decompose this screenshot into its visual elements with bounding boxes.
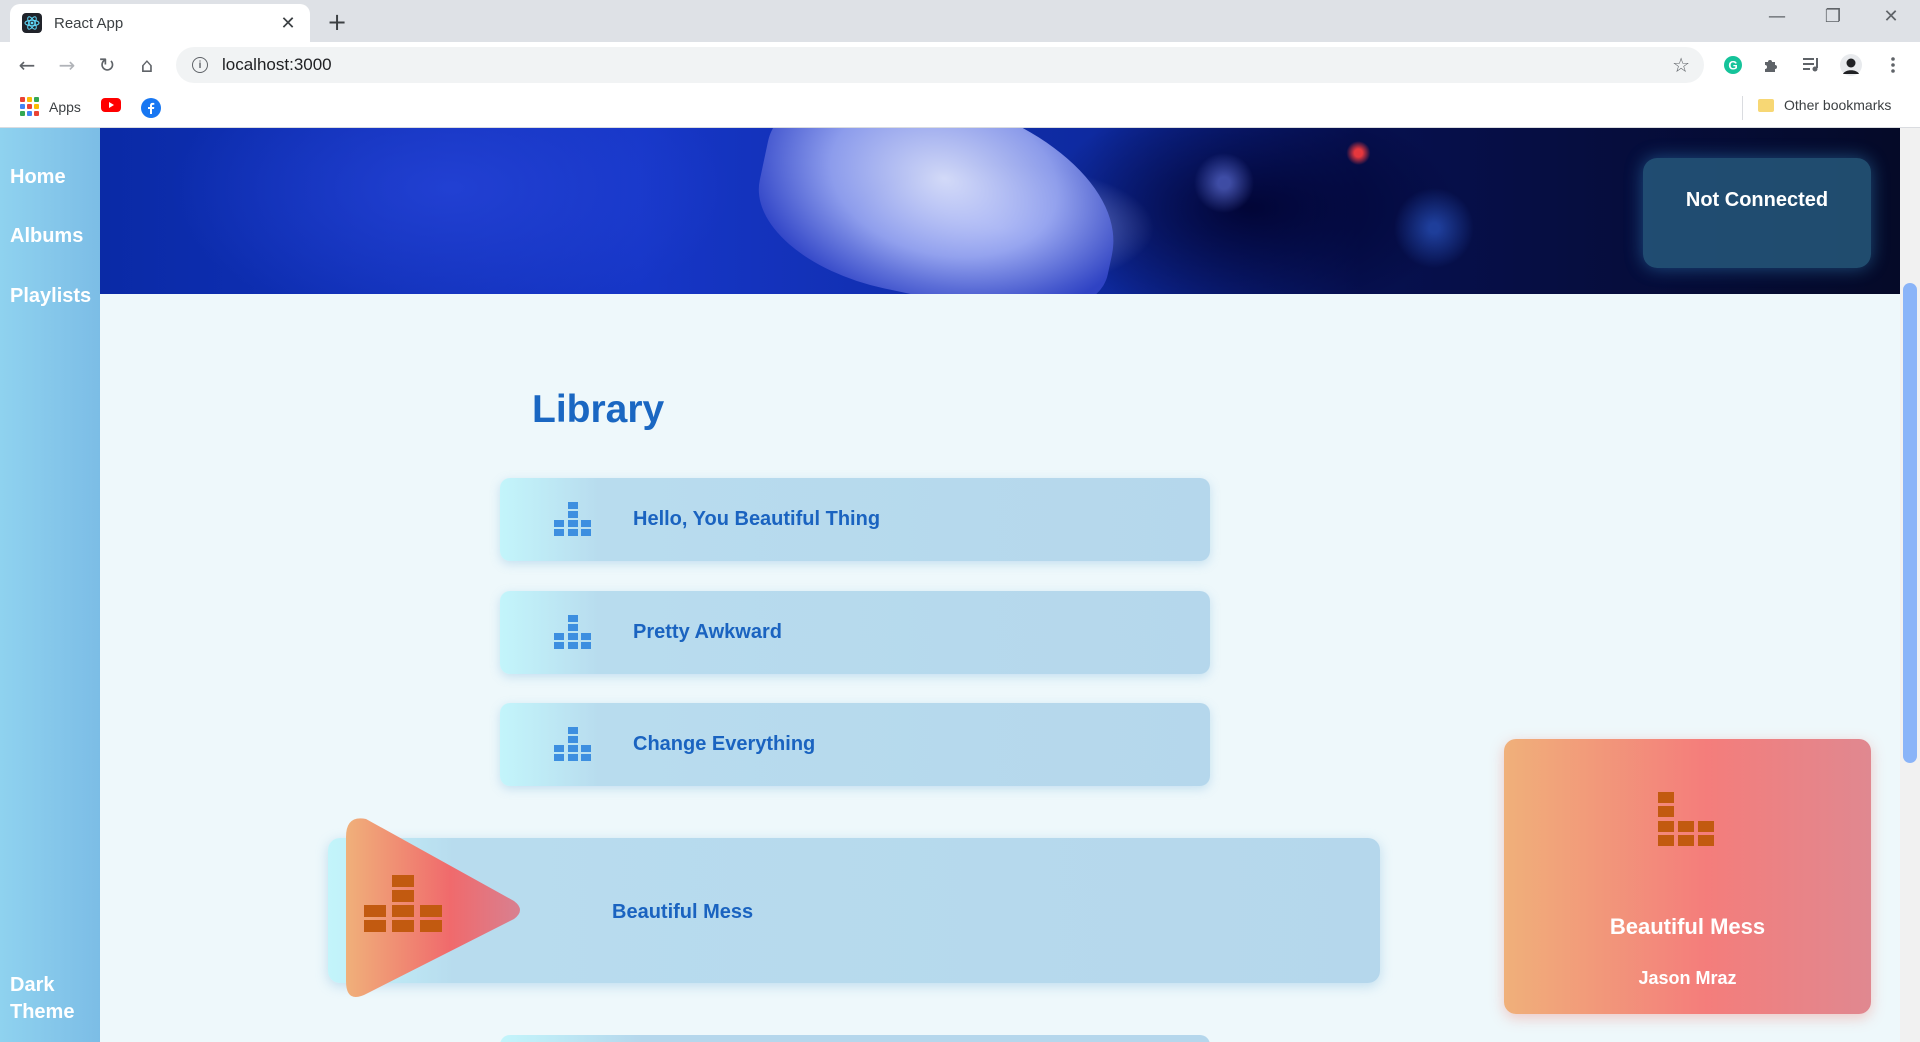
- browser-tab-strip: React App ✕ + — ❐ ✕: [0, 0, 1920, 42]
- apps-grid-icon: [20, 97, 39, 116]
- youtube-icon[interactable]: [101, 98, 121, 112]
- scrollbar-thumb[interactable]: [1903, 283, 1917, 763]
- header-banner-image: [100, 128, 1900, 294]
- apps-bookmark[interactable]: Apps: [20, 97, 81, 116]
- apps-label: Apps: [49, 98, 81, 115]
- bookmark-star-icon[interactable]: ☆: [1672, 53, 1690, 77]
- bookmarks-divider: [1742, 96, 1743, 120]
- tab-close-icon[interactable]: ✕: [278, 13, 298, 34]
- bars-icon: [554, 500, 592, 542]
- new-tab-button[interactable]: +: [324, 8, 350, 36]
- media-control-icon[interactable]: [1798, 52, 1824, 78]
- back-arrow-icon[interactable]: ←: [12, 50, 42, 80]
- close-window-button[interactable]: ✕: [1866, 6, 1916, 27]
- dark-theme-toggle[interactable]: Dark Theme: [10, 972, 90, 1026]
- other-bookmarks-label: Other bookmarks: [1784, 97, 1892, 113]
- minimize-button[interactable]: —: [1752, 6, 1802, 27]
- forward-arrow-icon[interactable]: →: [52, 50, 82, 80]
- profile-avatar-icon[interactable]: [1838, 52, 1864, 78]
- restore-button[interactable]: ❐: [1808, 6, 1858, 27]
- now-playing-card[interactable]: Beautiful Mess Jason Mraz: [1504, 739, 1871, 1014]
- site-info-icon[interactable]: i: [192, 57, 208, 73]
- bars-icon: [554, 725, 592, 767]
- sidebar: Home Albums Playlists Dark Theme: [0, 128, 100, 1042]
- bookmarks-bar: Apps Other bookmarks: [0, 88, 1920, 128]
- browser-tab[interactable]: React App ✕: [10, 4, 310, 42]
- song-row[interactable]: Pretty Awkward: [500, 591, 1210, 674]
- browser-menu-icon[interactable]: [1880, 52, 1906, 78]
- folder-icon: [1758, 98, 1774, 112]
- home-icon[interactable]: ⌂: [132, 50, 162, 80]
- reload-icon[interactable]: ↻: [92, 50, 122, 80]
- banner-photo-shoe: [743, 128, 1137, 294]
- sidebar-item-albums[interactable]: Albums: [10, 225, 83, 248]
- browser-toolbar: ← → ↻ ⌂ i localhost:3000 ☆ G: [0, 42, 1920, 88]
- song-title: Pretty Awkward: [633, 621, 782, 643]
- page-scrollbar[interactable]: [1900, 128, 1920, 1042]
- address-bar[interactable]: i localhost:3000 ☆: [176, 47, 1704, 83]
- song-title[interactable]: Beautiful Mess: [612, 901, 753, 924]
- react-logo-icon: [22, 13, 42, 33]
- facebook-icon[interactable]: [141, 98, 161, 118]
- song-row[interactable]: Hello, You Beautiful Thing: [500, 478, 1210, 561]
- extensions-puzzle-icon[interactable]: [1758, 52, 1784, 78]
- song-title: Hello, You Beautiful Thing: [633, 508, 881, 530]
- bars-icon: [554, 613, 592, 655]
- url-text[interactable]: localhost:3000: [222, 55, 1672, 75]
- song-row[interactable]: Change Everything: [500, 703, 1210, 786]
- sidebar-item-playlists[interactable]: Playlists: [10, 285, 91, 308]
- banner-photo-lights: [1140, 138, 1560, 288]
- now-playing-artist: Jason Mraz: [1638, 968, 1737, 988]
- other-bookmarks[interactable]: Other bookmarks: [1758, 97, 1891, 113]
- bars-icon: [1658, 792, 1716, 850]
- play-icon[interactable]: [344, 815, 524, 1005]
- svg-text:G: G: [1728, 59, 1737, 73]
- tab-title: React App: [54, 14, 124, 32]
- page-title: Library: [532, 388, 665, 431]
- connection-status-card[interactable]: Not Connected: [1643, 158, 1871, 268]
- grammarly-extension-icon[interactable]: G: [1720, 52, 1746, 78]
- now-playing-title: Beautiful Mess: [1609, 914, 1766, 939]
- sidebar-item-home[interactable]: Home: [10, 166, 66, 189]
- song-title: Change Everything: [633, 733, 816, 755]
- song-row[interactable]: [500, 1035, 1210, 1042]
- connection-status: Not Connected: [1685, 189, 1829, 211]
